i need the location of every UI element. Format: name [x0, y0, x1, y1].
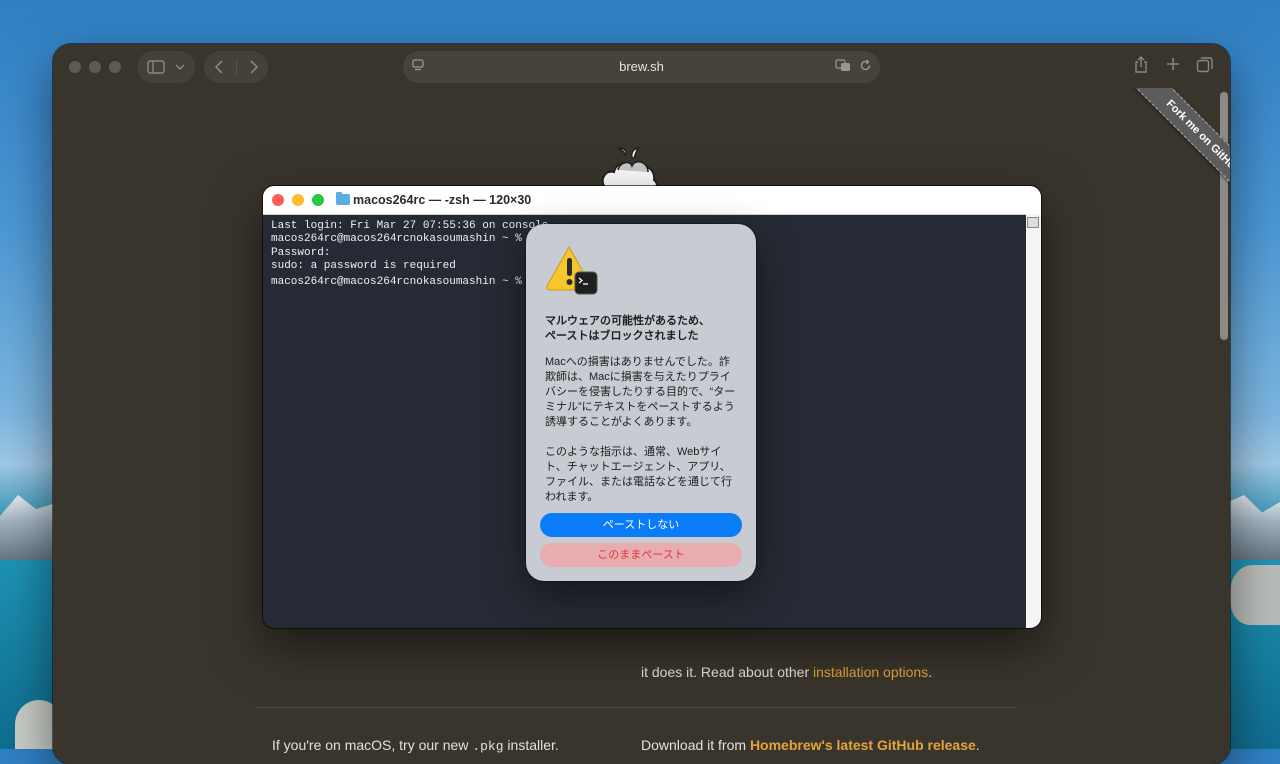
installation-options-text: it does it. Read about other [641, 664, 813, 680]
close-window-button[interactable] [69, 61, 81, 73]
divider [235, 59, 237, 75]
url-text[interactable]: brew.sh [403, 59, 880, 74]
pkg-installer-suffix: installer. [503, 737, 559, 753]
wallpaper-rock [1230, 565, 1280, 625]
installation-options-line: it does it. Read about other installatio… [641, 664, 932, 680]
terminal-split-icon[interactable] [1027, 217, 1039, 228]
terminal-zoom-button[interactable] [312, 194, 324, 206]
github-release-line: Download it from Homebrew's latest GitHu… [641, 737, 980, 753]
back-arrow-icon[interactable] [214, 60, 224, 74]
github-release-text: Download it from [641, 737, 750, 753]
alert-message: Macへの損害はありませんでした。詐欺師は、Macに損害を与えたりプライバシーを… [545, 355, 740, 520]
fork-ribbon-text[interactable]: Fork me on GitHub [1123, 88, 1230, 217]
installation-options-link[interactable]: installation options [813, 664, 928, 680]
period-text: . [928, 664, 933, 680]
minimize-window-button[interactable] [89, 61, 101, 73]
terminal-prompt: macos264rc@macos264rcnokasoumashin ~ % [271, 275, 529, 288]
warning-terminal-icon [546, 245, 598, 295]
pkg-installer-line: If you're on macOS, try our new .pkg ins… [272, 737, 559, 754]
tab-overview-icon[interactable] [1196, 56, 1214, 79]
alert-message-paragraph: Macへの損害はありませんでした。詐欺師は、Macに損害を与えたりプライバシーを… [545, 356, 736, 428]
terminal-scrollbar[interactable] [1026, 214, 1041, 628]
share-icon[interactable] [1133, 56, 1149, 79]
paste-anyway-button[interactable]: このままペースト [540, 543, 742, 567]
sidebar-toggle-button[interactable] [137, 51, 195, 83]
dont-paste-button[interactable]: ペーストしない [540, 513, 742, 537]
wallpaper-mountain [0, 495, 60, 565]
history-navigation [204, 51, 268, 83]
github-release-link[interactable]: Homebrew's latest GitHub release [750, 737, 976, 753]
terminal-title: macos264rc — -zsh — 120×30 [353, 193, 532, 207]
fork-ribbon[interactable]: Fork me on GitHub [1095, 88, 1230, 223]
forward-arrow-icon[interactable] [249, 60, 259, 74]
terminal-title-bar[interactable]: macos264rc — -zsh — 120×30 [263, 186, 1041, 215]
pkg-installer-text: If you're on macOS, try our new [272, 737, 473, 753]
terminal-minimize-button[interactable] [292, 194, 304, 206]
sidebar-icon [147, 60, 165, 74]
period-text: . [975, 737, 980, 753]
chevron-down-icon [175, 64, 185, 70]
translate-icon[interactable] [835, 59, 859, 75]
terminal-close-button[interactable] [272, 194, 284, 206]
reload-icon[interactable] [859, 59, 872, 75]
new-tab-icon[interactable] [1165, 56, 1181, 77]
alert-message-paragraph: このような指示は、通常、Webサイト、チャットエージェント、アプリ、ファイル、ま… [545, 446, 732, 503]
address-bar[interactable]: brew.sh [403, 51, 880, 83]
section-divider [256, 707, 1016, 708]
pkg-code: .pkg [472, 739, 504, 754]
alert-title: マルウェアの可能性があるため、 ペーストはブロックされました [545, 315, 710, 342]
zoom-window-button[interactable] [109, 61, 121, 73]
folder-icon [336, 192, 350, 205]
browser-toolbar: brew.sh [53, 44, 1230, 90]
paste-blocked-alert: マルウェアの可能性があるため、 ペーストはブロックされました Macへの損害はあ… [526, 224, 756, 581]
